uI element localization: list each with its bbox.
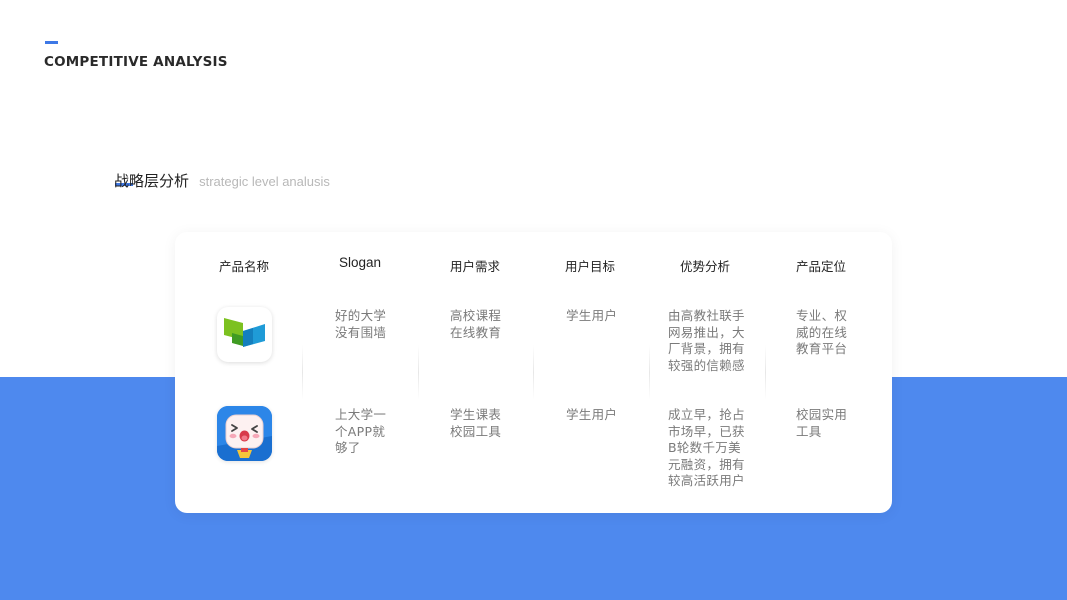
column-header-user-goal: 用户目标 — [565, 259, 616, 274]
row1-user-goal: 学生用户 — [566, 308, 618, 323]
row2-user-goal: 学生用户 — [566, 407, 618, 422]
column-divider — [765, 345, 766, 400]
row1-advantage: 由高教社联手 网易推出，大 厂背景，拥有 较强的信赖感 — [668, 308, 745, 373]
page-title: COMPETITIVE ANALYSIS — [44, 54, 228, 70]
section-heading: 战略层分析 strategic level analusis — [114, 170, 330, 191]
row1-user-need: 高校课程 在线教育 — [450, 308, 502, 340]
row2-slogan: 上大学一 个APP就 够了 — [335, 407, 387, 455]
cartoon-mascot-logo-icon — [217, 406, 272, 461]
column-header-product-name: 产品名称 — [219, 259, 270, 274]
column-header-user-need: 用户需求 — [450, 259, 501, 274]
column-divider — [649, 345, 650, 400]
row2-positioning: 校园实用 工具 — [796, 407, 848, 439]
row2-advantage: 成立早，抢占 市场早，已获 B轮数千万美 元融资，拥有 较高活跃用户 — [668, 407, 745, 488]
row1-positioning: 专业、权 威的在线 教育平台 — [796, 308, 848, 356]
row2-user-need: 学生课表 校园工具 — [450, 407, 502, 439]
icourse-book-logo-icon — [217, 307, 272, 362]
column-header-slogan: Slogan — [339, 255, 382, 270]
column-divider — [302, 345, 303, 400]
row1-slogan: 好的大学 没有围墙 — [335, 308, 387, 340]
column-divider — [533, 345, 534, 400]
section-title-en: strategic level analusis — [199, 174, 330, 189]
section-title-cn: 战略层分析 — [114, 172, 190, 190]
header-accent-dash — [45, 41, 58, 44]
column-header-advantage: 优势分析 — [680, 259, 731, 274]
column-header-positioning: 产品定位 — [796, 259, 847, 274]
column-divider — [418, 345, 419, 400]
